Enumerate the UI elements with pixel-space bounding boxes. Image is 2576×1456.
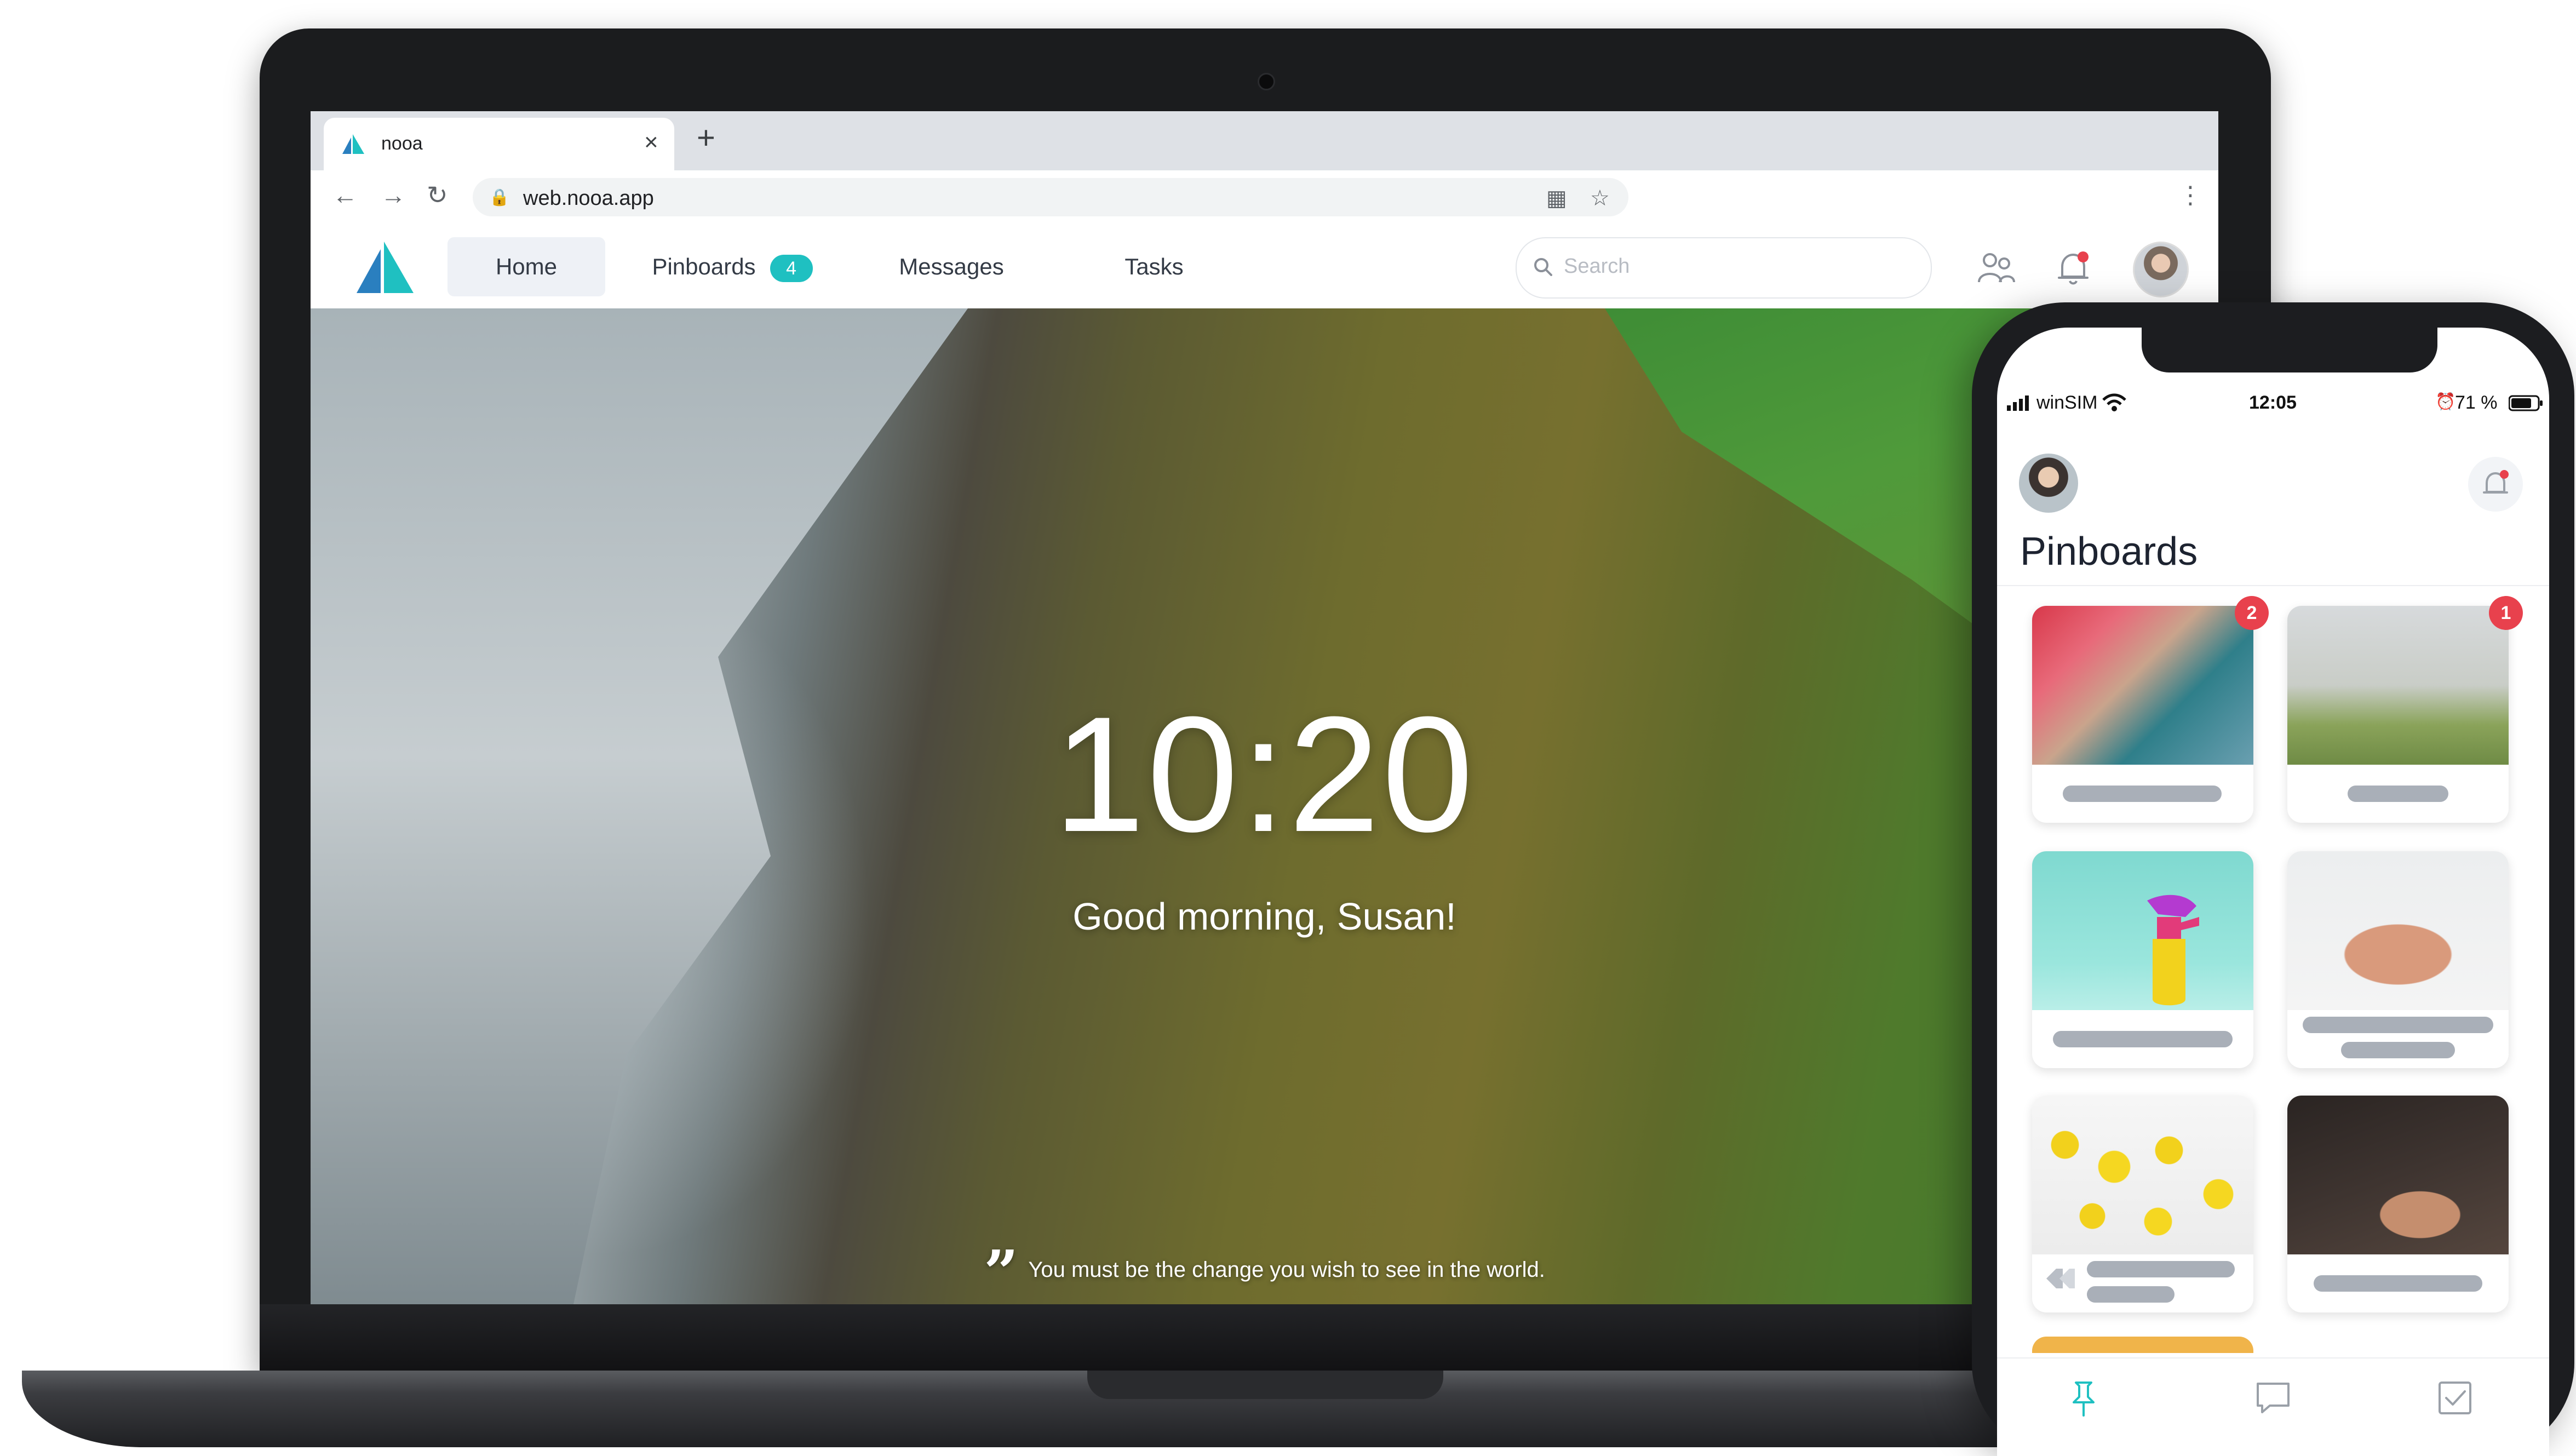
clock-time: 10:20 xyxy=(1053,682,1476,866)
forward-icon[interactable]: → xyxy=(381,182,406,208)
card-image xyxy=(2032,851,2253,1010)
nooa-logo-icon[interactable] xyxy=(352,240,417,295)
search-placeholder: Search xyxy=(1564,255,1630,278)
bookmark-star-icon[interactable]: ☆ xyxy=(1590,186,1610,211)
checkbox-icon[interactable] xyxy=(2435,1378,2475,1418)
hero-background: 10:20 Good morning, Susan! ” You must be … xyxy=(311,308,2218,1304)
chat-icon[interactable] xyxy=(2253,1378,2293,1418)
search-icon xyxy=(1534,258,1552,276)
card-subtitle-placeholder xyxy=(2341,1042,2455,1058)
card-badge: 1 xyxy=(2489,596,2523,630)
new-tab-button[interactable]: + xyxy=(697,122,715,154)
greeting-text: Good morning, Susan! xyxy=(1072,895,1456,938)
card-image xyxy=(2032,606,2253,765)
card-image xyxy=(2287,1096,2509,1254)
wifi-icon xyxy=(2102,393,2126,411)
pin-icon[interactable] xyxy=(2064,1378,2103,1418)
card-title-placeholder xyxy=(2053,1031,2233,1047)
nav-home[interactable]: Home xyxy=(447,237,605,296)
phone-bell-button[interactable] xyxy=(2468,457,2523,512)
phone-tabbar xyxy=(1997,1357,2549,1456)
laptop-screen: nooa × + ← → ↻ 🔒 web.nooa.app ▦ ☆ ⋮ Home… xyxy=(311,111,2218,1304)
nav-messages-label: Messages xyxy=(899,254,1004,279)
laptop-notch xyxy=(1087,1371,1443,1399)
nav-home-label: Home xyxy=(495,254,558,279)
app-header: Home Pinboards 4 Messages Tasks Search xyxy=(311,225,2218,308)
pinboard-card-6[interactable] xyxy=(2287,1096,2509,1312)
pinboard-card-1[interactable] xyxy=(2032,606,2253,823)
quote-mark-icon: ” xyxy=(984,1237,1019,1304)
card-subtitle-placeholder xyxy=(2087,1286,2175,1303)
browser-menu-icon[interactable]: ⋮ xyxy=(2178,181,2202,209)
laptop-bezel xyxy=(260,1304,2271,1371)
pinboard-card-2[interactable] xyxy=(2287,606,2509,823)
battery-percent: 71 % xyxy=(2455,392,2498,413)
tab-title: nooa xyxy=(381,133,423,154)
phone-time: 12:05 xyxy=(2249,392,2297,413)
spray-bottle-icon xyxy=(2147,895,2199,1006)
phone-avatar[interactable] xyxy=(2019,454,2078,513)
card-image xyxy=(2287,851,2509,1010)
back-icon[interactable]: ← xyxy=(332,182,358,208)
battery-icon xyxy=(2509,395,2543,411)
quote: ” You must be the change you wish to see … xyxy=(311,1237,2218,1304)
phone-frame: winSIM 12:05 ⏰ 71 % Pinboards 2 1 xyxy=(1972,302,2574,1456)
phone-screen: winSIM 12:05 ⏰ 71 % Pinboards 2 1 xyxy=(1997,328,2549,1456)
card-title-placeholder xyxy=(2303,1017,2493,1033)
pinboards-badge: 4 xyxy=(770,254,813,282)
nav-tasks[interactable]: Tasks xyxy=(1099,237,1209,296)
browser-tabstrip: nooa × + xyxy=(311,111,2218,170)
laptop-camera xyxy=(1258,73,1275,90)
browser-tab[interactable]: nooa × xyxy=(324,118,674,170)
browser-toolbar: ← → ↻ 🔒 web.nooa.app ▦ ☆ ⋮ xyxy=(311,170,2218,226)
card-badge: 2 xyxy=(2235,596,2269,630)
nav-tasks-label: Tasks xyxy=(1125,254,1184,279)
header-divider xyxy=(1997,585,2549,586)
card-title-placeholder xyxy=(2314,1275,2482,1292)
carrier-name: winSIM xyxy=(2036,392,2098,413)
tag-icon xyxy=(2046,1269,2075,1288)
card-title-placeholder xyxy=(2087,1261,2235,1277)
lock-icon: 🔒 xyxy=(489,188,510,207)
people-icon[interactable] xyxy=(1976,247,2017,289)
nooa-logo-icon xyxy=(342,134,364,154)
nav-messages[interactable]: Messages xyxy=(875,237,1028,296)
pinboard-card-4[interactable] xyxy=(2287,851,2509,1068)
card-title-placeholder xyxy=(2348,786,2448,802)
qr-code-icon[interactable]: ▦ xyxy=(1546,186,1567,211)
tab-close-icon[interactable]: × xyxy=(644,129,658,156)
card-image xyxy=(2287,606,2509,765)
signal-icon xyxy=(2007,395,2029,411)
pinboard-card-5[interactable] xyxy=(2032,1096,2253,1312)
bell-icon xyxy=(2483,470,2509,494)
bell-icon[interactable] xyxy=(2052,247,2094,289)
nav-pinboards[interactable]: Pinboards 4 xyxy=(639,237,825,296)
pinboards-title: Pinboards xyxy=(2020,530,2198,574)
url-text: web.nooa.app xyxy=(523,187,654,210)
alarm-icon: ⏰ xyxy=(2435,393,2456,411)
avatar[interactable] xyxy=(2133,242,2189,297)
pinboard-card-3[interactable] xyxy=(2032,851,2253,1068)
next-card-peek xyxy=(2032,1337,2253,1353)
search-input[interactable]: Search xyxy=(1516,237,1932,299)
reload-icon[interactable]: ↻ xyxy=(427,182,448,208)
phone-notch xyxy=(2142,328,2437,372)
quote-text: You must be the change you wish to see i… xyxy=(1028,1258,1545,1282)
card-title-placeholder xyxy=(2063,786,2222,802)
address-bar[interactable]: 🔒 web.nooa.app ▦ ☆ xyxy=(473,178,1628,216)
nav-pinboards-label: Pinboards xyxy=(652,254,756,279)
card-image xyxy=(2032,1096,2253,1254)
